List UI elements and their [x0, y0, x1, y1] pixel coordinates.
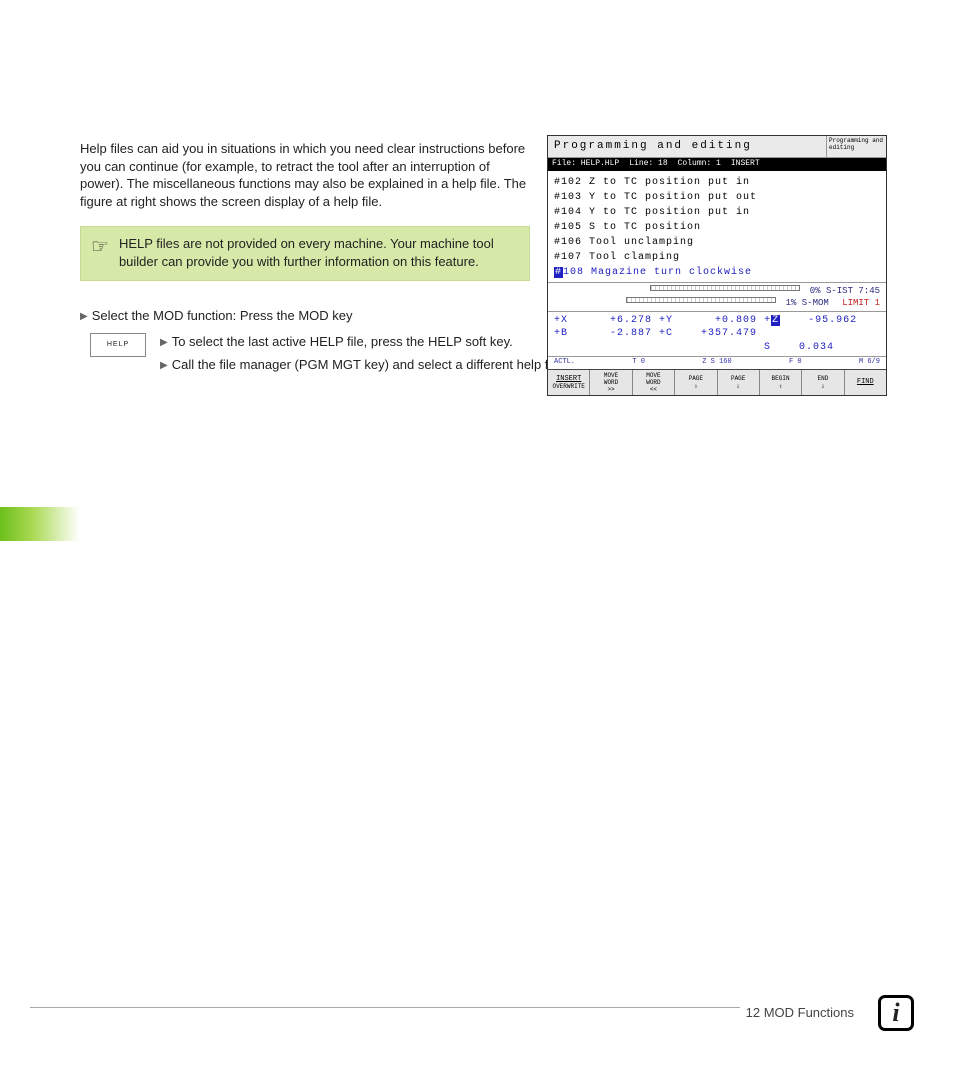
help-listing: #102 Z to TC position put in #103 Y to T… — [548, 171, 886, 282]
softkey-move-word-right[interactable]: MOVE WORD >> — [590, 370, 632, 396]
slider-icon — [626, 297, 776, 303]
status-line: Line: 18 — [629, 159, 667, 170]
softkey-move-word-left[interactable]: MOVE WORD << — [633, 370, 675, 396]
arrow-down-icon: ⇩ — [736, 383, 740, 390]
s-ist: 0% S-IST 7:45 — [810, 285, 880, 297]
help-softkey[interactable]: HELP — [90, 333, 146, 357]
list-item: #103 Y to TC position put out — [554, 190, 880, 205]
screen-title: Programming and editing — [548, 136, 826, 157]
stat-m: M 6/9 — [859, 358, 880, 367]
stat-feed: F 0 — [789, 358, 802, 367]
feed-override-bar: 0% S-IST 7:45 1% S-MOM LIMIT 1 — [548, 282, 886, 312]
bottom-status: ACTL. T 0 Z S 160 F 0 M 6/9 — [548, 356, 886, 368]
limit-text: LIMIT 1 — [842, 297, 880, 309]
note-box: ☞ HELP files are not provided on every m… — [80, 226, 530, 281]
triangle-bullet-icon: ▶ — [160, 356, 168, 373]
arrow-up-icon: ⇧ — [694, 383, 698, 390]
softkey-page-up[interactable]: PAGE ⇧ — [675, 370, 717, 396]
stat-tool: T 0 — [632, 358, 645, 367]
s-mom: 1% S-MOM — [786, 297, 829, 309]
arrow-up-icon: ⇧ — [779, 383, 783, 390]
footer-text: 12 MOD Functions — [740, 1004, 860, 1022]
list-item-selected: #108 Magazine turn clockwise — [554, 265, 880, 280]
status-column: Column: 1 — [678, 159, 721, 170]
list-item: #106 Tool unclamping — [554, 235, 880, 250]
softkey-begin[interactable]: BEGIN ⇧ — [760, 370, 802, 396]
softkey-end[interactable]: END ⇩ — [802, 370, 844, 396]
coord-line-2: +B -2.887 +C +357.479 — [554, 327, 880, 341]
cursor-icon: # — [554, 267, 563, 278]
list-item: #102 Z to TC position put in — [554, 175, 880, 190]
stat-actl: ACTL. — [554, 358, 575, 367]
status-file: File: HELP.HLP — [552, 159, 619, 170]
cnc-screen-figure: Programming and editing Programming and … — [547, 135, 887, 396]
arrow-down-icon: ⇩ — [821, 383, 825, 390]
slider-icon — [650, 285, 800, 291]
screen-mode-side: Programming and editing — [826, 136, 886, 157]
step-1-text: Select the MOD function: Press the MOD k… — [92, 307, 353, 325]
screen-statusbar: File: HELP.HLP Line: 18 Column: 1 INSERT — [548, 158, 886, 171]
softkey-insert-overwrite[interactable]: INSERT OVERWRITE — [548, 370, 590, 396]
coord-line-3: S 0.034 — [554, 341, 880, 355]
stat-z: Z S 160 — [702, 358, 731, 367]
page-footer: 12 MOD Functions i — [0, 995, 954, 1031]
position-display: +X +6.278 +Y +0.809 +Z -95.962 +B -2.887… — [548, 312, 886, 357]
axis-highlight: Z — [771, 315, 780, 326]
note-text: HELP files are not provided on every mac… — [119, 235, 519, 270]
status-mode: INSERT — [731, 159, 760, 170]
info-icon: i — [878, 995, 914, 1031]
triangle-bullet-icon: ▶ — [160, 333, 168, 350]
substep-1-text: To select the last active HELP file, pre… — [172, 333, 513, 351]
section-marker — [0, 507, 80, 541]
list-item: #104 Y to TC position put in — [554, 205, 880, 220]
list-item: #105 S to TC position — [554, 220, 880, 235]
coord-line-1: +X +6.278 +Y +0.809 +Z -95.962 — [554, 314, 880, 328]
triangle-bullet-icon: ▶ — [80, 307, 88, 324]
list-item: #107 Tool clamping — [554, 250, 880, 265]
pointing-hand-icon: ☞ — [91, 235, 109, 270]
footer-rule — [30, 1007, 820, 1008]
softkey-row: INSERT OVERWRITE MOVE WORD >> MOVE WORD … — [548, 369, 886, 396]
softkey-find[interactable]: FIND — [845, 370, 886, 396]
screen-titlebar: Programming and editing Programming and … — [548, 136, 886, 158]
softkey-page-down[interactable]: PAGE ⇩ — [718, 370, 760, 396]
intro-paragraph: Help files can aid you in situations in … — [80, 140, 530, 210]
